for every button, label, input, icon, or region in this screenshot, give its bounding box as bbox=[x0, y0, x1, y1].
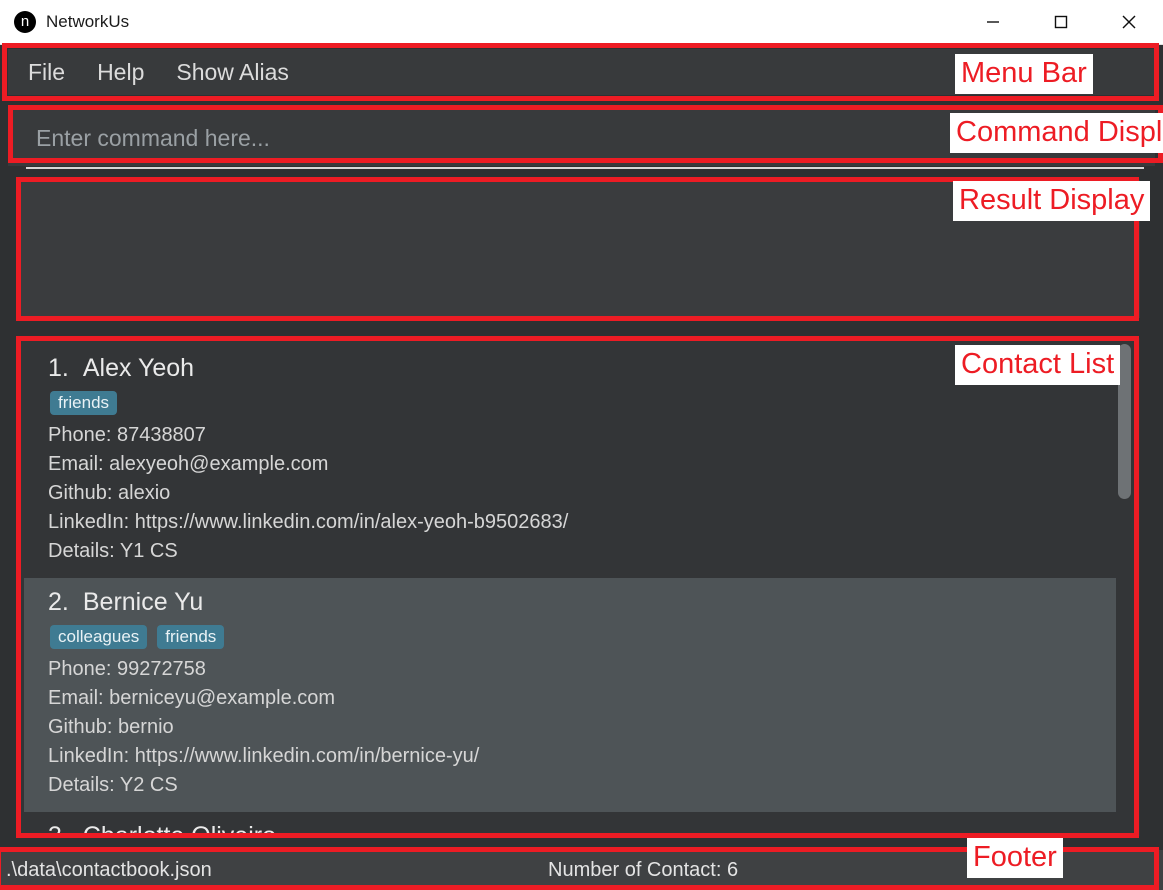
contact-tag: friends bbox=[50, 391, 118, 415]
contact-title: 2. Bernice Yu bbox=[48, 588, 1116, 623]
contact-name: Alex Yeoh bbox=[82, 354, 195, 382]
window-controls bbox=[959, 0, 1163, 45]
contact-index: 1. bbox=[48, 354, 69, 382]
contact-linkedin: LinkedIn: https://www.linkedin.com/in/al… bbox=[48, 511, 569, 533]
contact-tag: colleagues bbox=[50, 625, 148, 649]
contact-name: Charlotte Oliveiro bbox=[82, 822, 276, 836]
title-bar-left: n NetworkUs bbox=[0, 11, 959, 33]
window-title: NetworkUs bbox=[46, 12, 130, 31]
menu-bar: File Help Show Alias bbox=[8, 49, 1155, 95]
menu-item-help[interactable]: Help bbox=[97, 60, 144, 84]
contact-tags: friends bbox=[48, 389, 1116, 421]
contact-card[interactable]: 1. Alex Yeoh friends Phone: 87438807 Emai… bbox=[24, 344, 1116, 578]
minimize-icon[interactable] bbox=[959, 0, 1027, 45]
contact-title: 1. Alex Yeoh bbox=[48, 354, 1116, 389]
command-input-underline bbox=[26, 167, 1144, 169]
contact-email: Email: alexyeoh@example.com bbox=[48, 453, 329, 475]
contact-cards: 1. Alex Yeoh friends Phone: 87438807 Emai… bbox=[24, 344, 1116, 836]
footer: .\data\contactbook.json Number of Contac… bbox=[0, 850, 1163, 890]
contact-tags: colleagues friends bbox=[48, 623, 1116, 655]
contact-index: 2. bbox=[48, 588, 69, 616]
app-logo-icon: n bbox=[14, 11, 36, 33]
contact-details: Details: Y2 CS bbox=[48, 774, 178, 796]
contact-tag: friends bbox=[157, 625, 225, 649]
contact-list[interactable]: 1. Alex Yeoh friends Phone: 87438807 Emai… bbox=[16, 338, 1140, 836]
close-icon[interactable] bbox=[1095, 0, 1163, 45]
contact-card[interactable]: 3. Charlotte Oliveiro bbox=[24, 812, 1116, 836]
contact-card[interactable]: 2. Bernice Yu colleagues friends Phone: 9… bbox=[24, 578, 1116, 812]
contact-list-scrollbar[interactable] bbox=[1116, 342, 1132, 832]
contact-phone: Phone: 99272758 bbox=[48, 658, 206, 680]
contact-name: Bernice Yu bbox=[82, 588, 204, 616]
contact-phone: Phone: 87438807 bbox=[48, 424, 206, 446]
menu-item-show-alias[interactable]: Show Alias bbox=[176, 60, 289, 84]
maximize-icon[interactable] bbox=[1027, 0, 1095, 45]
contact-index: 3. bbox=[48, 822, 69, 836]
menu-item-file[interactable]: File bbox=[28, 60, 65, 84]
command-display[interactable] bbox=[8, 110, 1155, 166]
contact-details: Details: Y1 CS bbox=[48, 540, 178, 562]
contact-title: 3. Charlotte Oliveiro bbox=[48, 822, 1116, 836]
footer-contact-count: Number of Contact: 6 bbox=[548, 858, 739, 881]
contact-github: Github: bernio bbox=[48, 716, 174, 738]
contact-linkedin: LinkedIn: https://www.linkedin.com/in/be… bbox=[48, 745, 480, 767]
result-display bbox=[16, 180, 1140, 318]
footer-file-path: .\data\contactbook.json bbox=[6, 858, 212, 881]
command-input[interactable] bbox=[36, 124, 1155, 152]
contact-list-scrollbar-thumb[interactable] bbox=[1118, 344, 1131, 499]
contact-github: Github: alexio bbox=[48, 482, 171, 504]
application-window: n NetworkUs File Help Show Alias Enter c… bbox=[0, 0, 1163, 890]
contact-email: Email: berniceyu@example.com bbox=[48, 687, 336, 709]
title-bar: n NetworkUs bbox=[0, 0, 1163, 45]
